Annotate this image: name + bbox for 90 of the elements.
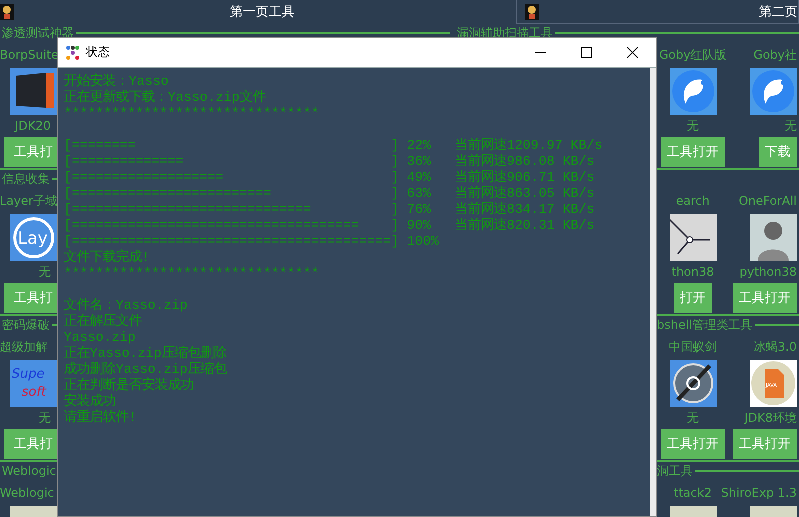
progress-percent: 63% (407, 186, 432, 202)
open-tool-button[interactable]: 下载 (759, 137, 797, 167)
progress-bar-text: [========================= (64, 186, 272, 202)
log-line: 文件名：Yasso.zip (64, 298, 189, 314)
sword-icon (670, 360, 716, 407)
open-tool-button[interactable]: 工具打开 (733, 283, 797, 313)
progress-bar-text: [============== (64, 154, 185, 170)
log-line: 正在Yasso.zip压缩包删除 (64, 346, 228, 362)
log-line: 文件下载完成! (64, 250, 151, 266)
tool-caption: 无 (687, 410, 699, 427)
open-tool-button[interactable]: 工具打开 (661, 137, 725, 167)
tool-caption: python38 (740, 264, 797, 281)
progress-bar-text: [==================================== (64, 218, 360, 234)
tool-name: Layer子域 (0, 193, 58, 210)
tool-caption: thon38 (672, 264, 714, 281)
progress-bar-end: ] (391, 186, 400, 202)
tool-name: OneForAll (738, 193, 797, 210)
section-title: Weblogic (1, 464, 58, 478)
progress-bar-end: ] (391, 218, 400, 234)
tool-caption: 无 (687, 118, 699, 135)
progress-bar-end: ] (391, 154, 400, 170)
tool-name: 中国蚁剑 (669, 339, 717, 356)
mascot-icon (0, 4, 14, 20)
download-speed: 当前网速986.08 KB/s (454, 154, 595, 170)
box-icon (10, 68, 57, 115)
section-title: 洞工具 (656, 462, 694, 480)
download-speed: 当前网速863.05 KB/s (454, 186, 595, 202)
download-speed: 当前网速1209.97 KB/s (454, 138, 603, 154)
log-line: 安装成功 (64, 394, 117, 410)
log-line: ******************************** (64, 266, 320, 282)
tool-name: Goby红队版 (659, 47, 727, 64)
person-icon (750, 214, 797, 261)
progress-percent: 100% (407, 234, 440, 250)
open-tool-button[interactable]: 工具打开 (661, 429, 725, 459)
progress-percent: 76% (407, 202, 432, 218)
open-tool-button[interactable]: 工具打 (4, 283, 57, 313)
section-title: 信息收集 (1, 170, 51, 188)
open-tool-button[interactable]: 工具打 (4, 137, 57, 167)
window-title: 状态 (86, 44, 110, 61)
download-speed: 当前网速906.71 KB/s (454, 170, 595, 186)
app-logo-icon (670, 68, 716, 115)
close-icon (627, 46, 639, 58)
progress-bar-end: ] (391, 202, 400, 218)
mascot-icon (525, 4, 539, 20)
log-line: 正在更新或下载：Yasso.zip文件 (64, 90, 267, 106)
tool-name: Goby社 (754, 47, 797, 64)
log-line: 请重启软件! (64, 410, 138, 426)
log-line: 正在判断是否安装成功 (64, 378, 195, 394)
progress-percent: 22% (407, 138, 432, 154)
tool-name: ShiroExp 1.3 (721, 485, 797, 502)
tool-name: 超级加解 (0, 339, 48, 356)
download-speed: 当前网速820.31 KB/s (454, 218, 595, 234)
progress-percent: 90% (407, 218, 432, 234)
section-title: bshell管理类工具 (656, 316, 754, 334)
maximize-icon (581, 46, 593, 58)
progress-bar-end: ] (391, 170, 400, 186)
log-line: 开始安装：Yasso (64, 74, 170, 90)
progress-bar-text: [======== (64, 138, 137, 154)
tool-caption: 无 (39, 264, 52, 281)
log-line: ******************************** (64, 106, 320, 122)
section-title: 密码爆破 (1, 316, 51, 334)
log-line: 正在解压文件 (64, 314, 143, 330)
log-line: 成功删除Yasso.zip压缩包 (64, 362, 228, 378)
progress-bar-text: [============================== (64, 202, 312, 218)
tool-name: earch (676, 193, 710, 210)
page-title[interactable]: 第二页 (759, 2, 798, 20)
tool-caption: 无 (39, 410, 52, 427)
tool-caption: 无 (785, 118, 797, 135)
download-speed: 当前网速834.17 KB/s (454, 202, 595, 218)
page-title[interactable]: 第一页工具 (230, 3, 295, 21)
progress-bar-end: ] (391, 138, 400, 154)
tool-caption: JDK20 (15, 118, 52, 135)
tool-name: Weblogic (0, 485, 54, 502)
open-tool-button[interactable]: 工具打开 (733, 429, 797, 459)
progress-percent: 49% (407, 170, 432, 186)
progress-bar-text: [=================== (64, 170, 225, 186)
progress-percent: 36% (407, 154, 432, 170)
log-line: Yasso.zip (64, 330, 137, 346)
tool-name: 冰蝎3.0 (754, 339, 797, 356)
colored-dots-icon (66, 44, 80, 60)
progress-bar-text: [========================================] (64, 234, 400, 250)
open-tool-button[interactable]: 打开 (674, 283, 712, 313)
tool-caption: JDK8环境 (744, 410, 797, 427)
tool-name: ttack2 (674, 485, 712, 502)
ring-icon: Lay (10, 214, 57, 261)
open-tool-button[interactable]: 工具打 (4, 429, 57, 459)
app-logo-icon (750, 68, 797, 115)
graph-icon (670, 214, 716, 261)
tool-name: BorpSuite (0, 47, 59, 64)
text-logo-icon: Supe soft (10, 360, 57, 407)
